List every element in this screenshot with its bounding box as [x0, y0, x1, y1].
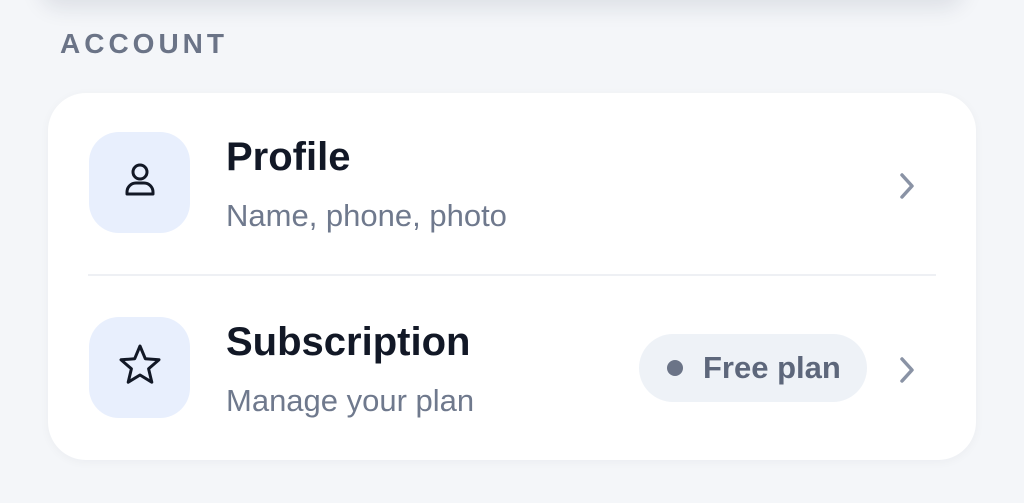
- section-title: ACCOUNT: [60, 28, 228, 59]
- settings-row-profile[interactable]: Profile Name, phone, photo: [48, 93, 976, 277]
- plan-status-badge: Free plan: [639, 334, 867, 402]
- subscription-title: Subscription: [226, 320, 471, 364]
- subscription-subtitle: Manage your plan: [226, 383, 475, 418]
- status-dot: [667, 360, 683, 376]
- settings-row-subscription[interactable]: Subscription Manage your plan Free plan: [48, 276, 976, 460]
- plan-badge-label: Free plan: [703, 350, 841, 385]
- subscription-icon-tile: [89, 317, 190, 418]
- person-icon: [118, 158, 162, 207]
- account-settings-card: Profile Name, phone, photo Subscription …: [48, 93, 976, 460]
- star-icon: [116, 341, 164, 394]
- profile-title: Profile: [226, 135, 351, 179]
- chevron-right-icon: [892, 169, 922, 203]
- profile-subtitle: Name, phone, photo: [226, 198, 507, 233]
- chevron-right-icon: [892, 353, 922, 387]
- profile-icon-tile: [89, 132, 190, 233]
